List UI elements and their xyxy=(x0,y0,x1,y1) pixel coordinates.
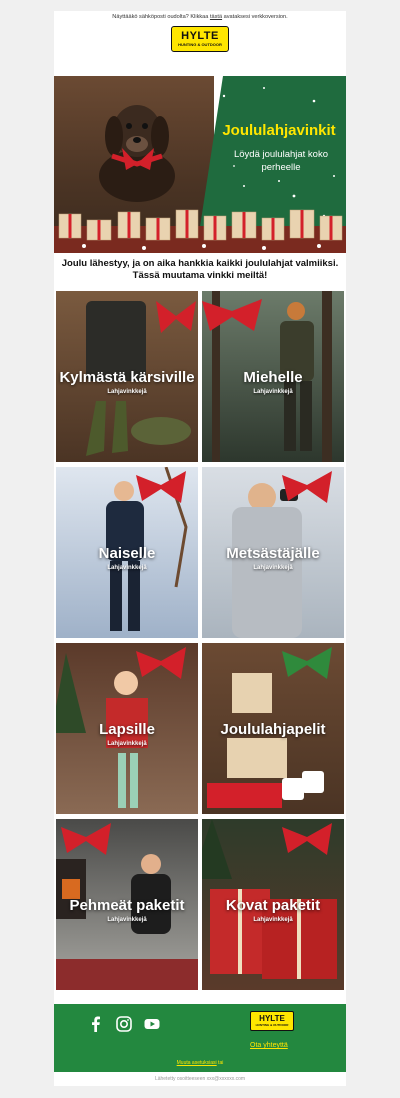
tile-title: Lapsille xyxy=(99,721,155,738)
category-tile-soft[interactable]: Pehmeät paketit Lahjavinkkejä xyxy=(56,819,198,990)
tile-title: Miehelle xyxy=(243,369,303,386)
settings-text: Muuta asetuksiasi tai xyxy=(54,1060,346,1066)
youtube-icon[interactable] xyxy=(144,1016,160,1032)
tile-title: Metsästäjälle xyxy=(226,545,320,562)
gift-boxes-image xyxy=(54,209,346,253)
tile-subtitle: Lahjavinkkejä xyxy=(107,741,147,747)
tile-title: Kylmästä kärsiville xyxy=(59,369,195,386)
tile-subtitle: Lahjavinkkejä xyxy=(253,565,293,571)
tile-subtitle: Lahjavinkkejä xyxy=(107,389,147,395)
instagram-icon[interactable] xyxy=(116,1016,132,1032)
tile-title: Naiselle xyxy=(98,545,156,562)
web-version-link[interactable]: tästä xyxy=(210,14,222,20)
intro-line-1: Joulu lähestyy, ja on aika hankkia kaikk… xyxy=(61,258,339,269)
tile-subtitle: Lahjavinkkejä xyxy=(253,917,293,923)
hero-banner[interactable]: Joululahjavinkit Löydä joululahjat koko … xyxy=(54,76,346,253)
preheader-text: Näyttääkö sähköposti oudolta? Klikkaa xyxy=(112,14,210,20)
hylte-logo[interactable]: HYLTE HUNTING & OUTDOOR xyxy=(171,26,229,52)
preheader: Näyttääkö sähköposti oudolta? Klikkaa tä… xyxy=(54,11,346,24)
email-container: Näyttääkö sähköposti oudolta? Klikkaa tä… xyxy=(54,11,346,1086)
category-tile-women[interactable]: Naiselle Lahjavinkkejä xyxy=(56,467,198,638)
category-tile-men[interactable]: Miehelle Lahjavinkkejä xyxy=(202,291,344,462)
settings-link[interactable]: Muuta asetuksiasi xyxy=(177,1060,217,1066)
intro-line-2: Tässä muutama vinkki meiltä! xyxy=(132,270,268,281)
logo-text: HYLTE xyxy=(181,30,219,42)
contact-link[interactable]: Ota yhteyttä xyxy=(250,1042,288,1049)
footer: HYLTE HUNTING & OUTDOOR Ota yhteyttä Muu… xyxy=(54,1004,346,1072)
tile-subtitle: Lahjavinkkejä xyxy=(107,565,147,571)
category-tile-hard[interactable]: Kovat paketit Lahjavinkkejä xyxy=(202,819,344,990)
category-tile-kids[interactable]: Lapsille Lahjavinkkejä xyxy=(56,643,198,814)
hero-title: Joululahjavinkit xyxy=(222,122,336,139)
footer-logo-tagline: HUNTING & OUTDOOR xyxy=(255,1023,289,1027)
hero-subtitle: Löydä joululahjat koko perheelle xyxy=(233,149,328,173)
tile-title: Joululahjapelit xyxy=(220,721,326,738)
tile-title: Kovat paketit xyxy=(225,897,321,914)
header: HYLTE HUNTING & OUTDOOR xyxy=(54,24,346,64)
settings-after: tai xyxy=(216,1060,224,1066)
category-tile-cold[interactable]: Kylmästä kärsiville Lahjavinkkejä xyxy=(56,291,198,462)
facebook-icon[interactable] xyxy=(88,1016,104,1032)
preheader-text-after: avataksesi verkkoversion. xyxy=(222,14,288,20)
dog-image xyxy=(99,105,175,202)
tile-subtitle: Lahjavinkkejä xyxy=(253,389,293,395)
tile-subtitle: Lahjavinkkejä xyxy=(107,917,147,923)
sent-to-text: Lähetetty osoitteeseen xxx@xxxxxx.com xyxy=(154,1076,246,1082)
footer-logo[interactable]: HYLTE HUNTING & OUTDOOR xyxy=(250,1011,294,1031)
intro-text: Joulu lähestyy, ja on aika hankkia kaikk… xyxy=(54,258,346,282)
category-tile-games[interactable]: Joululahjapelit xyxy=(202,643,344,814)
tile-title: Pehmeät paketit xyxy=(69,897,185,914)
category-tile-hunter[interactable]: Metsästäjälle Lahjavinkkejä xyxy=(202,467,344,638)
footer-logo-text: HYLTE xyxy=(259,1014,285,1023)
logo-tagline: HUNTING & OUTDOOR xyxy=(178,42,222,47)
